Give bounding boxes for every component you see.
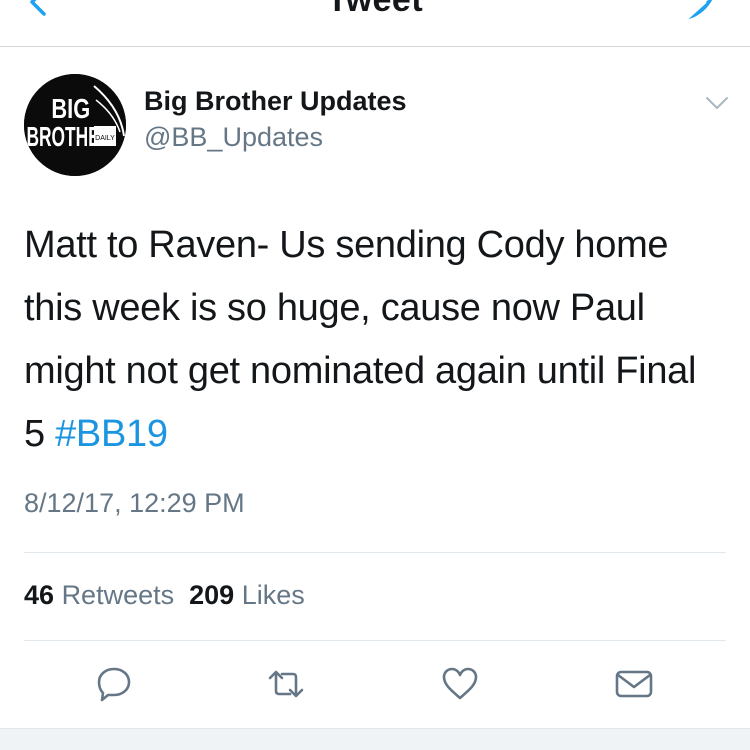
heart-icon[interactable] <box>440 664 480 704</box>
envelope-icon[interactable] <box>614 664 654 704</box>
retweet-count[interactable]: 46 <box>24 580 54 610</box>
divider <box>24 640 726 641</box>
retweet-icon[interactable] <box>266 664 306 704</box>
compose-feather-icon[interactable] <box>676 0 722 26</box>
reply-bubble-icon[interactable] <box>94 664 134 704</box>
retweet-label[interactable]: Retweets <box>62 580 175 610</box>
hashtag-link[interactable]: #BB19 <box>55 413 168 455</box>
avatar[interactable]: BIG BROTHER DAILY <box>24 74 126 176</box>
nav-bar: Tweet <box>0 0 750 47</box>
logo-text-daily: DAILY <box>95 135 115 142</box>
bottom-bar <box>0 728 750 750</box>
big-brother-logo: BIG BROTHER DAILY <box>24 74 126 176</box>
user-handle[interactable]: @BB_Updates <box>144 122 323 153</box>
display-name[interactable]: Big Brother Updates <box>144 86 407 117</box>
like-count[interactable]: 209 <box>189 580 234 610</box>
chevron-down-icon[interactable] <box>704 94 730 112</box>
tweet-timestamp: 8/12/17, 12:29 PM <box>24 488 245 518</box>
like-label[interactable]: Likes <box>242 580 305 610</box>
tweet-text: Matt to Raven- Us sending Cody home this… <box>24 214 724 466</box>
page-title: Tweet <box>326 0 424 19</box>
divider <box>24 552 726 553</box>
engagement-stats: 46 Retweets 209 Likes <box>24 580 305 611</box>
